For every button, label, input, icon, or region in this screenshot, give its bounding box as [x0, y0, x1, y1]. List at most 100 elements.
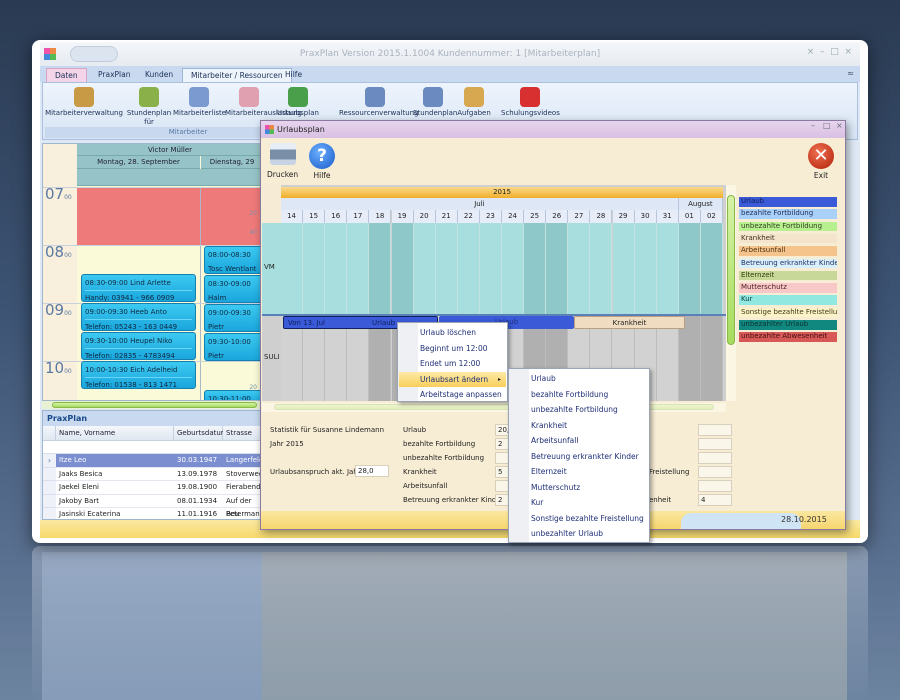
- tab-kunden[interactable]: Kunden: [137, 68, 181, 82]
- vm-day-cell[interactable]: [281, 223, 304, 314]
- vm-day-cell[interactable]: [479, 223, 502, 314]
- tab-mitarbeiter-ressourcen[interactable]: Mitarbeiter / Ressourcen: [182, 68, 292, 82]
- appointment-time-name: 09:30-10:00 Heupel Niko: [85, 337, 173, 345]
- maximize-button[interactable]: □: [823, 121, 831, 130]
- help-button[interactable]: ? Hilfe: [309, 141, 335, 180]
- exit-button[interactable]: ✕ Exit: [808, 141, 834, 180]
- context-menu-item[interactable]: Urlaubsart ändern: [399, 371, 506, 387]
- appointment[interactable]: 08:30-09:00 Halm: [204, 275, 261, 303]
- tab-hilfe[interactable]: Hilfe: [277, 68, 310, 82]
- month-header: August: [678, 198, 723, 210]
- submenu-item[interactable]: Mutterschutz: [510, 480, 648, 495]
- row-indicator[interactable]: [43, 494, 56, 508]
- ribbon-label: Mitarbeiterliste: [173, 109, 227, 117]
- row-indicator[interactable]: [43, 508, 56, 519]
- vm-day-cell[interactable]: [568, 223, 591, 314]
- column-header-street[interactable]: Strasse: [223, 426, 261, 441]
- appointment[interactable]: 09:30-10:00 Heupel Niko Telefon: 02835 - …: [81, 332, 196, 360]
- vm-day-cell[interactable]: [325, 223, 348, 314]
- appointment[interactable]: 08:00-08:30 Tosc Wentlant: [204, 246, 261, 274]
- calendar-scrollbar[interactable]: [42, 401, 262, 409]
- submenu-item[interactable]: unbezahlter Urlaub: [510, 526, 648, 541]
- submenu-item[interactable]: Krankheit: [510, 418, 648, 433]
- vm-day-cell[interactable]: [700, 223, 723, 314]
- ribbon-button-stundenplan[interactable]: Stundenplan: [413, 85, 457, 118]
- collapse-ribbon-icon[interactable]: ≈: [847, 69, 854, 78]
- ribbon-button-schulungsvideos[interactable]: Schulungsvideos: [501, 85, 560, 118]
- table-row[interactable]: Jasinski Ecaterina 11.01.1916 Petermann: [56, 508, 261, 519]
- vm-day-cell[interactable]: [546, 223, 569, 314]
- vm-day-cell[interactable]: [369, 223, 392, 314]
- print-button[interactable]: Drucken: [267, 141, 298, 179]
- ribbon-button-aufgaben[interactable]: Aufgaben: [453, 85, 495, 118]
- ribbon-button-mitarbeiterauslastung[interactable]: Mitarbeiterauslastung: [225, 85, 302, 118]
- vm-day-cell[interactable]: [634, 223, 657, 314]
- entitlement-input[interactable]: 28,0: [355, 465, 389, 477]
- quick-access-toolbar[interactable]: [70, 46, 118, 62]
- submenu-item[interactable]: Urlaub: [510, 371, 648, 386]
- vm-day-cell[interactable]: [502, 223, 525, 314]
- tab-praxplan[interactable]: PraxPlan: [90, 68, 138, 82]
- column-header-birthdate[interactable]: Geburtsdatum: [174, 426, 228, 441]
- submenu-item[interactable]: Sonstige bezahlte Freistellung: [510, 511, 648, 526]
- sick-bar[interactable]: Krankheit: [574, 316, 685, 329]
- vm-day-cell[interactable]: [678, 223, 701, 314]
- table-row[interactable]: Jaekel Eleni 19.08.1900 Fierabendg: [56, 481, 261, 495]
- vm-day-cell[interactable]: [435, 223, 458, 314]
- filter-row[interactable]: [43, 441, 261, 454]
- cell: Stoverweg: [226, 469, 262, 478]
- vm-day-cell[interactable]: [391, 223, 414, 314]
- vm-day-cell[interactable]: [347, 223, 370, 314]
- vm-day-cell[interactable]: [413, 223, 436, 314]
- submenu-item[interactable]: Elternzeit: [510, 464, 648, 479]
- context-menu-item[interactable]: Endet um 12:00: [399, 356, 506, 371]
- suli-day-cell[interactable]: [700, 316, 723, 401]
- row-label-suli: SULI: [264, 353, 280, 361]
- timeline-vscroll[interactable]: [726, 185, 736, 401]
- window-controls[interactable]: × – □ ×: [807, 47, 852, 57]
- row-indicator[interactable]: [43, 481, 56, 495]
- grid-title: PraxPlan: [43, 411, 261, 426]
- timeline-hscroll[interactable]: [262, 403, 726, 412]
- context-menu-item[interactable]: Beginnt um 12:00: [399, 341, 506, 356]
- day-header: 20: [413, 210, 436, 223]
- context-menu-item[interactable]: Urlaub löschen: [399, 325, 506, 340]
- vm-day-cell[interactable]: [457, 223, 480, 314]
- ribbon-button-mitarbeiterverwaltung[interactable]: Mitarbeiterverwaltung: [45, 85, 123, 118]
- appointment[interactable]: 09:30-10:00 Pietr: [204, 333, 261, 361]
- appointment-phone: Telefon: 02835 - 4783494: [85, 348, 192, 359]
- submenu-item[interactable]: Arbeitsunfall: [510, 433, 648, 448]
- appointment[interactable]: 08:30-09:00 Lind Arlette Handy: 03941 - 9…: [81, 274, 196, 302]
- appointment[interactable]: 10:00-10:30 Eich Adelheid Telefon: 01538 …: [81, 361, 196, 389]
- row-indicator[interactable]: [43, 467, 56, 481]
- context-menu-item[interactable]: Arbeitstage anpassen: [399, 387, 506, 402]
- appointment[interactable]: 09:00-09:30 Heeb Anto Telefon: 05243 - 16…: [81, 303, 196, 331]
- clipboard-check-icon: [464, 87, 484, 107]
- vm-day-cell[interactable]: [524, 223, 547, 314]
- vm-day-cell[interactable]: [612, 223, 635, 314]
- appointment[interactable]: 09:00-09:30 Pietr: [204, 304, 261, 332]
- vm-day-cell[interactable]: [590, 223, 613, 314]
- vm-day-cell[interactable]: [656, 223, 679, 314]
- stat-label: Krankheit: [403, 468, 437, 476]
- table-row[interactable]: Itze Leo 30.03.1947 Langerfelds: [56, 454, 261, 468]
- appointment[interactable]: 10:30-11:00 Maid: [204, 390, 261, 400]
- submenu-item[interactable]: Kur: [510, 495, 648, 510]
- vm-day-cell[interactable]: [303, 223, 326, 314]
- submenu-item[interactable]: Betreuung erkrankter Kinder: [510, 449, 648, 464]
- column-header-name[interactable]: Name, Vorname: [56, 426, 174, 441]
- submenu-item[interactable]: unbezahlte Fortbildung: [510, 402, 648, 417]
- dialog-title-bar: Urlaubsplan: [261, 121, 845, 138]
- ribbon-button-urlaubsplan[interactable]: Urlaubsplan: [273, 85, 323, 118]
- row-indicator[interactable]: ›: [43, 454, 56, 468]
- submenu-item[interactable]: bezahlte Fortbildung: [510, 387, 648, 402]
- table-row[interactable]: Jaaks Besica 13.09.1978 Stoverweg: [56, 468, 262, 481]
- close-button[interactable]: ×: [836, 121, 843, 130]
- ribbon-button-ressourcenverwaltung[interactable]: Ressourcenverwaltung: [339, 85, 419, 118]
- ribbon-button-mitarbeiterliste[interactable]: Mitarbeiterliste: [173, 85, 227, 118]
- table-row[interactable]: Jakoby Bart 08.01.1934 Auf der Beu: [56, 495, 261, 518]
- calendar-day-1: Montag, 28. September: [77, 156, 200, 169]
- tab-daten[interactable]: Daten: [46, 68, 87, 82]
- ribbon-label: Urlaubsplan: [277, 109, 319, 117]
- minimize-button[interactable]: –: [811, 121, 815, 130]
